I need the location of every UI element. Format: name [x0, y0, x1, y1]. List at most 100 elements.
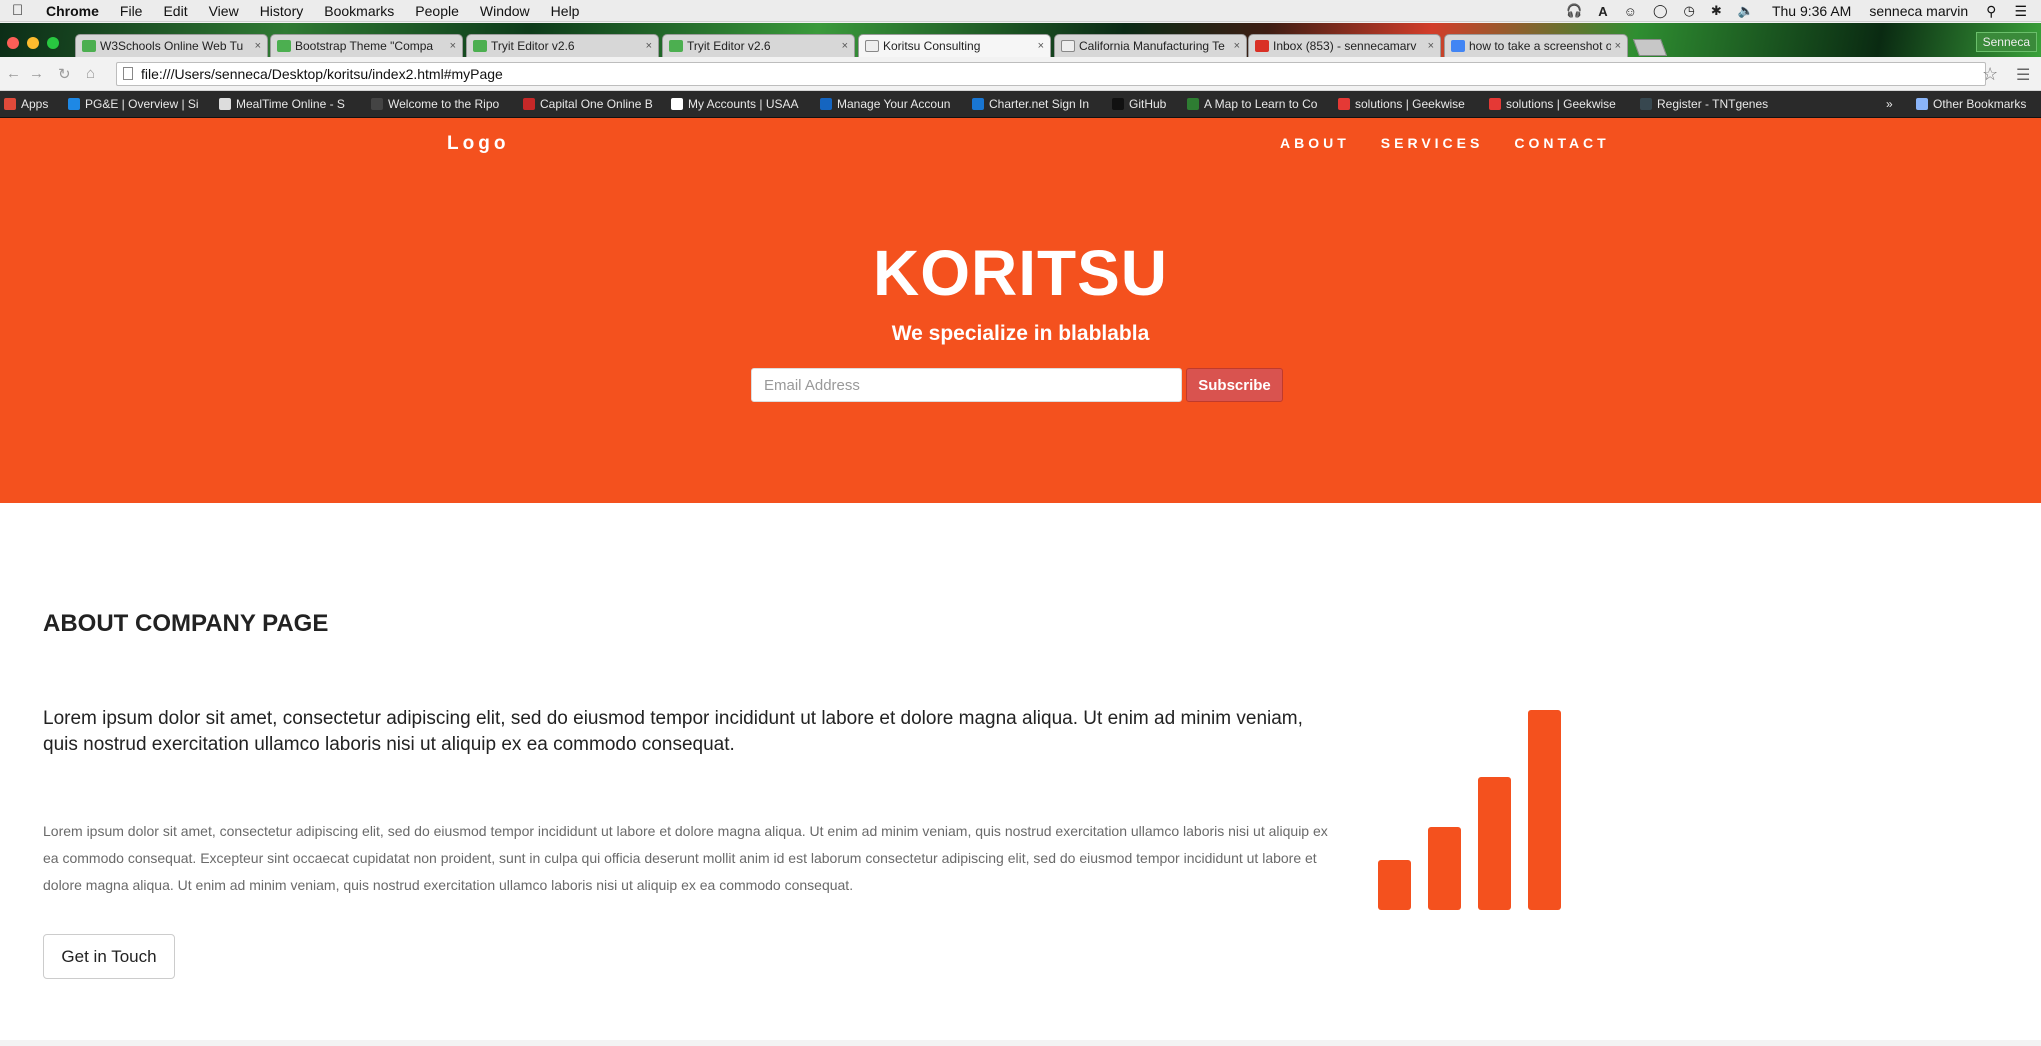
w3-favicon-icon: [277, 40, 291, 52]
bookmark-label: solutions | Geekwise: [1355, 97, 1465, 111]
bookmark-item[interactable]: A Map to Learn to Co: [1187, 97, 1317, 111]
bookmark-favicon-icon: [972, 98, 984, 110]
close-window-button[interactable]: [7, 37, 19, 49]
get-in-touch-button[interactable]: Get in Touch: [43, 934, 175, 979]
bookmark-label: Welcome to the Ripo: [388, 97, 500, 111]
minimize-window-button[interactable]: [27, 37, 39, 49]
email-input[interactable]: [751, 368, 1182, 402]
signal-bar-4: [1528, 710, 1561, 910]
time-machine-icon[interactable]: ◷: [1684, 3, 1695, 19]
browser-tab[interactable]: W3Schools Online Web Tu ×: [75, 34, 268, 57]
bookmark-item[interactable]: MealTime Online - S: [219, 97, 345, 111]
zoom-window-button[interactable]: [47, 37, 59, 49]
notification-center-icon[interactable]: ☰: [2014, 3, 2027, 20]
bookmark-label: Apps: [21, 97, 49, 111]
bookmark-favicon-icon: [1489, 98, 1501, 110]
bookmark-item[interactable]: solutions | Geekwise: [1338, 97, 1465, 111]
tab-close-icon[interactable]: ×: [255, 40, 261, 52]
forward-icon[interactable]: →: [29, 65, 44, 82]
chrome-menu-icon[interactable]: ☰: [2016, 65, 2030, 85]
tab-title: Tryit Editor v2.6: [687, 39, 771, 53]
bookmarks-overflow-icon[interactable]: »: [1886, 97, 1893, 111]
accessibility-icon[interactable]: ☺: [1624, 4, 1637, 19]
browser-tab[interactable]: Tryit Editor v2.6 ×: [662, 34, 855, 57]
tab-close-icon[interactable]: ×: [1038, 40, 1044, 52]
bookmark-item[interactable]: solutions | Geekwise: [1489, 97, 1616, 111]
browser-tab[interactable]: Bootstrap Theme "Compa ×: [270, 34, 463, 57]
bookmark-item[interactable]: Register - TNTgenes: [1640, 97, 1768, 111]
tab-title: Tryit Editor v2.6: [491, 39, 575, 53]
headphones-icon[interactable]: 🎧: [1566, 3, 1582, 19]
bookmark-item[interactable]: PG&E | Overview | Si: [68, 97, 199, 111]
nav-about[interactable]: ABOUT: [1280, 135, 1350, 151]
bookmark-label: PG&E | Overview | Si: [85, 97, 199, 111]
spotlight-icon[interactable]: ⚲: [1986, 3, 1996, 20]
menu-user[interactable]: senneca marvin: [1869, 3, 1968, 19]
bookmark-favicon-icon: [523, 98, 535, 110]
menu-window[interactable]: Window: [480, 3, 530, 19]
site-logo[interactable]: Logo: [447, 133, 509, 155]
tab-close-icon[interactable]: ×: [450, 40, 456, 52]
bookmark-item[interactable]: Capital One Online B: [523, 97, 653, 111]
bookmark-item[interactable]: Welcome to the Ripo: [371, 97, 499, 111]
browser-tab[interactable]: how to take a screenshot o ×: [1444, 34, 1628, 57]
tab-close-icon[interactable]: ×: [1615, 40, 1621, 52]
menu-clock[interactable]: Thu 9:36 AM: [1772, 3, 1851, 19]
menu-bookmarks[interactable]: Bookmarks: [324, 3, 394, 19]
page-favicon-icon: [1061, 40, 1075, 52]
menu-history[interactable]: History: [260, 3, 304, 19]
bookmark-item[interactable]: My Accounts | USAA: [671, 97, 799, 111]
mac-menu-bar:  Chrome File Edit View History Bookmark…: [0, 0, 2041, 22]
bookmark-item[interactable]: Apps: [4, 97, 48, 111]
volume-icon[interactable]: 🔈: [1738, 3, 1754, 19]
menu-app-name[interactable]: Chrome: [46, 3, 99, 19]
signal-bar-2: [1428, 827, 1461, 910]
hero-section: Logo ABOUT SERVICES CONTACT KORITSU We s…: [0, 118, 2041, 503]
tab-close-icon[interactable]: ×: [646, 40, 652, 52]
back-icon[interactable]: ←: [6, 65, 21, 82]
reload-icon[interactable]: ↻: [58, 65, 71, 83]
wifi-icon[interactable]: ◯: [1653, 3, 1668, 19]
page-favicon-icon: [865, 40, 879, 52]
bookmark-favicon-icon: [1338, 98, 1350, 110]
bookmark-item[interactable]: Charter.net Sign In: [972, 97, 1089, 111]
tab-close-icon[interactable]: ×: [842, 40, 848, 52]
profile-button[interactable]: Senneca: [1975, 32, 2037, 52]
bookmark-favicon-icon: [671, 98, 683, 110]
nav-contact[interactable]: CONTACT: [1514, 135, 1609, 151]
bluetooth-icon[interactable]: ✱: [1711, 3, 1722, 19]
w3-favicon-icon: [473, 40, 487, 52]
about-body-text: Lorem ipsum dolor sit amet, consectetur …: [43, 823, 1328, 893]
nav-services[interactable]: SERVICES: [1381, 135, 1484, 151]
browser-tab[interactable]: Inbox (853) - sennecamarv ×: [1248, 34, 1441, 57]
tab-title: Inbox (853) - sennecamarv: [1273, 39, 1417, 53]
tab-title: Bootstrap Theme "Compa: [295, 39, 434, 53]
bookmark-star-icon[interactable]: ☆: [1982, 64, 1998, 85]
subscribe-button[interactable]: Subscribe: [1186, 368, 1283, 402]
menu-people[interactable]: People: [415, 3, 459, 19]
new-tab-button[interactable]: [1632, 39, 1668, 56]
browser-tab[interactable]: California Manufacturing Te ×: [1054, 34, 1247, 57]
bookmark-label: Manage Your Accoun: [837, 97, 951, 111]
tab-close-icon[interactable]: ×: [1234, 40, 1240, 52]
bookmarks-bar: Apps PG&E | Overview | Si MealTime Online …: [0, 91, 2041, 118]
home-icon[interactable]: ⌂: [86, 65, 95, 82]
bookmark-item[interactable]: Manage Your Accoun: [820, 97, 950, 111]
menu-file[interactable]: File: [120, 3, 143, 19]
browser-tab[interactable]: Tryit Editor v2.6 ×: [466, 34, 659, 57]
other-bookmarks[interactable]: Other Bookmarks: [1916, 97, 2026, 111]
bookmark-item[interactable]: GitHub: [1112, 97, 1166, 111]
apple-menu-icon[interactable]: : [12, 2, 32, 19]
adobe-icon[interactable]: A: [1598, 4, 1607, 19]
tab-strip: W3Schools Online Web Tu × Bootstrap Theme …: [0, 23, 2041, 57]
bookmark-favicon-icon: [4, 98, 16, 110]
hero-title: KORITSU: [873, 237, 1168, 309]
window-controls: [7, 37, 59, 49]
menu-help[interactable]: Help: [551, 3, 580, 19]
browser-tab[interactable]: Koritsu Consulting ×: [858, 34, 1051, 57]
menu-view[interactable]: View: [209, 3, 239, 19]
tab-close-icon[interactable]: ×: [1428, 40, 1434, 52]
address-bar[interactable]: file:///Users/senneca/Desktop/koritsu/in…: [116, 62, 1986, 86]
menu-edit[interactable]: Edit: [163, 3, 187, 19]
web-page: Logo ABOUT SERVICES CONTACT KORITSU We s…: [0, 118, 2041, 1046]
